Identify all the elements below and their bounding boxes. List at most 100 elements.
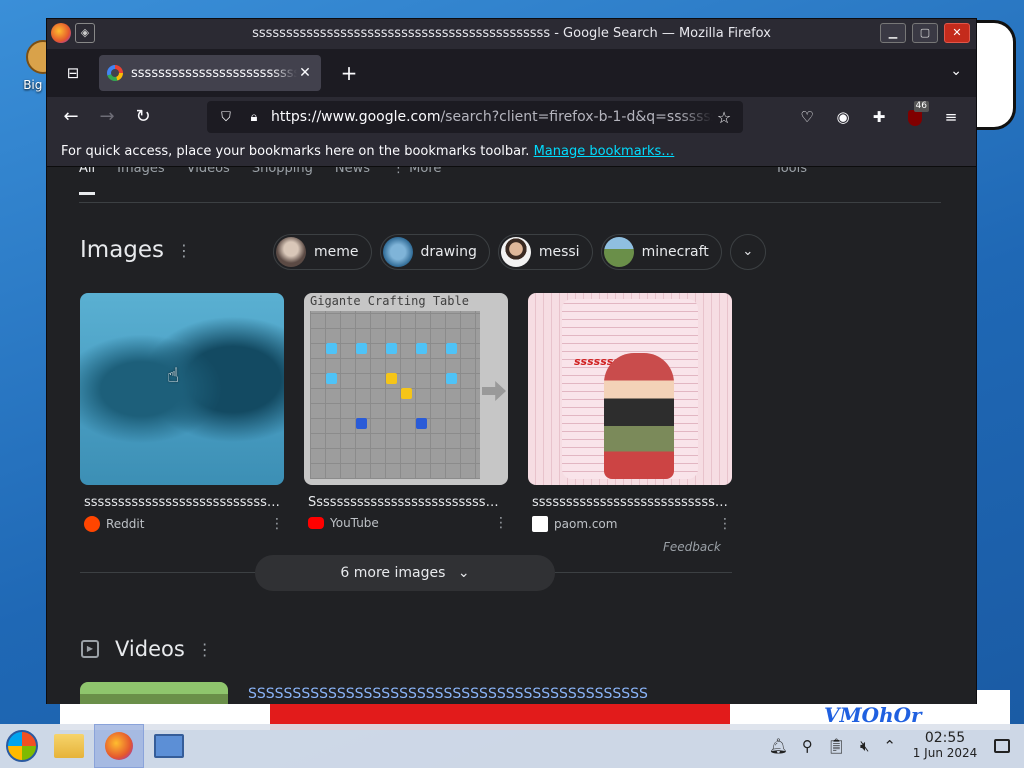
feedback-link[interactable]: Feedback xyxy=(663,540,721,554)
chip-label: messi xyxy=(538,244,580,260)
search-tab-all[interactable]: All xyxy=(79,167,96,195)
diamond-icon xyxy=(386,343,397,354)
lapis-icon xyxy=(356,418,367,429)
search-tab-videos[interactable]: Videos xyxy=(187,167,230,202)
close-button[interactable]: ✕ xyxy=(944,23,970,43)
back-button[interactable]: ← xyxy=(55,101,87,133)
reload-button[interactable]: ↻ xyxy=(127,101,159,133)
new-tab-button[interactable]: + xyxy=(337,61,361,85)
related-chips: meme drawing messi minecraft ⌄ xyxy=(273,234,766,270)
folder-icon xyxy=(54,734,84,758)
chip-meme[interactable]: meme xyxy=(273,234,372,270)
taskbar-firefox[interactable] xyxy=(94,724,144,768)
chevron-up-icon[interactable]: ⌃ xyxy=(883,737,896,755)
extensions-button[interactable]: ✚ xyxy=(864,101,894,133)
firefox-view-button[interactable]: ⊟ xyxy=(59,59,87,87)
more-vert-icon[interactable]: ⋮ xyxy=(197,640,213,659)
ublock-badge: 46 xyxy=(913,101,929,112)
notifications-bell-icon[interactable]: 🔔︎ xyxy=(769,737,788,755)
clipboard-icon[interactable]: 📋︎ xyxy=(827,737,846,755)
volume-muted-icon[interactable]: 🔇︎ xyxy=(860,737,869,755)
tab-google-search[interactable]: ssssssssssssssssssssssssssssssssssssssss… xyxy=(99,55,321,91)
videos-section-header: ▶ Videos ⋮ xyxy=(81,637,213,661)
image-caption[interactable]: ssssssssssssssssssssssssssssssssssssss..… xyxy=(528,495,728,510)
bookmarks-toolbar: For quick access, place your bookmarks h… xyxy=(47,137,976,167)
chip-label: meme xyxy=(314,244,359,260)
url-text[interactable]: https://www.google.com/search?client=fir… xyxy=(271,109,713,125)
show-desktop-button[interactable] xyxy=(994,739,1010,753)
plus-icon: + xyxy=(340,61,358,85)
image-source-name: YouTube xyxy=(330,516,379,530)
navigation-toolbar: ← → ↻ ⛉ 🔒︎ https://www.google.com/search… xyxy=(47,97,976,137)
diamond-icon xyxy=(446,373,457,384)
arrow-left-icon: ← xyxy=(63,106,79,127)
image-result[interactable]: ssssssss sssssssssssssssssssssssssssssss… xyxy=(528,293,732,532)
lock-icon[interactable]: 🔒︎ xyxy=(243,110,265,125)
network-icon[interactable]: ⚲ xyxy=(802,737,813,755)
image-source[interactable]: YouTube ⋮ xyxy=(304,515,508,531)
clock[interactable]: 02:55 1 Jun 2024 xyxy=(910,731,980,761)
ublock-button[interactable]: 46 xyxy=(900,101,930,133)
chip-thumbnail xyxy=(603,237,634,267)
list-all-tabs-button[interactable]: ⌄ xyxy=(950,63,962,79)
search-tab-news[interactable]: News xyxy=(335,167,370,202)
image-thumbnail[interactable] xyxy=(80,293,284,485)
account-button[interactable]: ◉ xyxy=(828,101,858,133)
more-vert-icon[interactable]: ⋮ xyxy=(270,516,284,532)
image-caption[interactable]: ssssssssssssssssssssssssssssssssssssss..… xyxy=(80,495,280,510)
search-tab-images[interactable]: Images xyxy=(117,167,165,202)
chevron-down-icon: ⌄ xyxy=(950,63,962,79)
arrow-right-icon: → xyxy=(99,106,115,127)
video-thumbnail[interactable]: ▶ xyxy=(80,682,228,704)
shield-icon[interactable]: ⛉ xyxy=(215,110,237,125)
image-caption[interactable]: Sssssssssssssssssssssssssssssssssss... xyxy=(304,495,504,510)
more-vert-icon[interactable]: ⋮ xyxy=(176,241,192,260)
chip-minecraft[interactable]: minecraft xyxy=(600,234,722,270)
image-source[interactable]: Reddit ⋮ xyxy=(80,516,284,532)
tab-close-icon[interactable]: ✕ xyxy=(297,65,313,81)
firefox-icon[interactable] xyxy=(51,23,71,43)
image-thumbnail[interactable]: Gigante Crafting Table xyxy=(304,293,508,485)
forward-button[interactable]: → xyxy=(91,101,123,133)
image-result[interactable]: ssssssssssssssssssssssssssssssssssssss..… xyxy=(80,293,284,532)
chip-thumbnail xyxy=(382,237,413,267)
pocket-button[interactable]: ♡ xyxy=(792,101,822,133)
url-bar[interactable]: ⛉ 🔒︎ https://www.google.com/search?clien… xyxy=(207,101,743,133)
taskbar-file-manager[interactable] xyxy=(44,724,94,768)
chevron-down-icon: ⌄ xyxy=(742,244,754,259)
chip-thumbnail xyxy=(500,237,531,267)
chip-drawing[interactable]: drawing xyxy=(379,234,490,270)
chevron-down-icon: ⌄ xyxy=(457,565,470,581)
window-title: ssssssssssssssssssssssssssssssssssssssss… xyxy=(252,26,771,41)
gold-icon xyxy=(386,373,397,384)
diamond-icon xyxy=(356,343,367,354)
bookmarks-message: For quick access, place your bookmarks h… xyxy=(61,144,530,159)
start-button[interactable] xyxy=(0,724,44,768)
menu-button[interactable]: ≡ xyxy=(936,101,966,133)
paom-icon xyxy=(532,516,548,532)
image-thumbnail[interactable]: ssssssss xyxy=(528,293,732,485)
keep-above-icon[interactable]: ◈ xyxy=(75,23,95,43)
search-tab-shopping[interactable]: Shopping xyxy=(252,167,313,202)
title-bar[interactable]: ◈ ssssssssssssssssssssssssssssssssssssss… xyxy=(47,19,976,49)
system-tray: 🔔︎ ⚲ 📋︎ 🔇︎ ⌃ 02:55 1 Jun 2024 xyxy=(769,724,1024,768)
maximize-button[interactable]: ▢ xyxy=(912,23,938,43)
hamburger-icon: ≡ xyxy=(944,108,958,126)
tools-button[interactable]: Tools xyxy=(775,167,807,176)
taskbar-system-settings[interactable] xyxy=(144,724,194,768)
video-title-link[interactable]: SSSSSSSSSSSSSSSSSSSSSSSSSSSSSSSSSSSSSSSS… xyxy=(248,686,648,702)
minimize-button[interactable]: ▁ xyxy=(880,23,906,43)
chip-messi[interactable]: messi xyxy=(497,234,593,270)
more-images-button[interactable]: 6 more images ⌄ xyxy=(255,555,555,591)
more-vert-icon[interactable]: ⋮ xyxy=(494,515,508,531)
firefox-icon xyxy=(105,732,133,760)
search-tab-more[interactable]: ⋮ More xyxy=(392,167,441,202)
video-play-icon: ▶ xyxy=(81,640,99,658)
diamond-icon xyxy=(326,343,337,354)
more-vert-icon[interactable]: ⋮ xyxy=(718,516,732,532)
image-result[interactable]: Gigante Crafting Table Sssssssssssssssss… xyxy=(304,293,508,531)
bookmark-star-icon[interactable]: ☆ xyxy=(713,108,735,127)
manage-bookmarks-link[interactable]: Manage bookmarks… xyxy=(534,144,675,159)
chips-expand-button[interactable]: ⌄ xyxy=(729,234,766,270)
image-source[interactable]: paom.com ⋮ xyxy=(528,516,732,532)
